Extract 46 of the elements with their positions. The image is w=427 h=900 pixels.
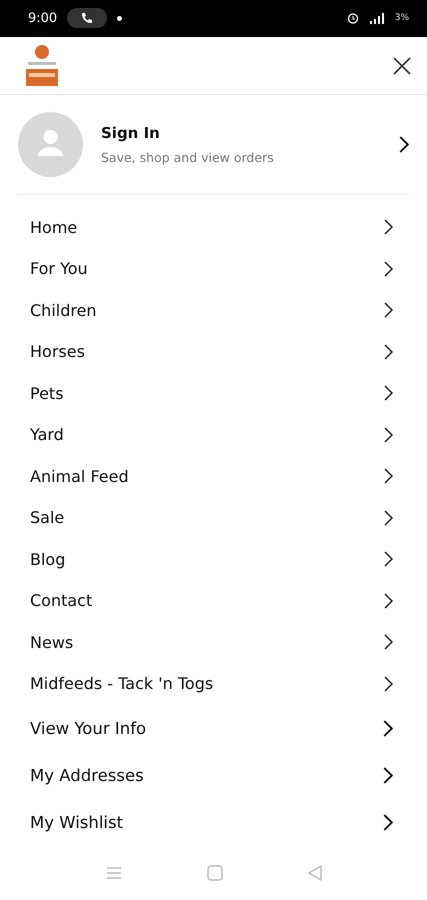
menu-item[interactable]: Midfeeds - Tack 'n Togs (0, 663, 427, 705)
notification-dot-icon (117, 16, 122, 21)
menu-item[interactable]: Blog (0, 538, 427, 580)
signal-icon (368, 12, 385, 24)
menu-item[interactable]: News (0, 622, 427, 664)
menu-item[interactable]: Horses (0, 331, 427, 373)
menu-item[interactable]: Pets (0, 372, 427, 414)
sign-in-link[interactable]: Sign In (101, 124, 381, 142)
chevron-right-icon (383, 766, 393, 784)
menu-item[interactable]: Sale (0, 497, 427, 539)
chevron-right-icon (384, 385, 393, 402)
chevron-right-icon (384, 468, 393, 484)
chevron-right-icon (383, 720, 393, 737)
chevron-right-icon (384, 219, 393, 236)
menu-item[interactable]: Animal Feed (0, 456, 427, 498)
chevron-right-icon (384, 260, 393, 277)
avatar-icon (18, 112, 83, 177)
chevron-right-icon (384, 344, 393, 360)
close-button[interactable] (393, 56, 411, 75)
alarm-icon (346, 12, 359, 24)
menu-item[interactable]: My Addresses (0, 752, 427, 799)
call-indicator (67, 8, 108, 28)
back-icon[interactable] (308, 864, 322, 881)
chevron-right-icon (383, 814, 393, 831)
chevron-right-icon (384, 592, 393, 609)
menu-icon[interactable] (106, 866, 122, 880)
menu-item[interactable]: Children (0, 290, 427, 332)
sign-in-subtitle: Save, shop and view orders (101, 150, 275, 165)
home-icon[interactable] (206, 864, 222, 881)
logo (24, 44, 60, 88)
chevron-right-icon (384, 676, 393, 692)
menu-item[interactable]: Contact (0, 580, 427, 622)
menu-item[interactable]: For You (0, 248, 427, 290)
battery-level: 3% (394, 13, 409, 24)
chevron-right-icon (384, 551, 393, 568)
chevron-right-icon (384, 302, 393, 318)
chevron-right-icon (384, 426, 393, 443)
menu-item[interactable]: Home (0, 206, 427, 248)
chevron-right-icon (399, 136, 409, 153)
menu-item[interactable]: Yard (0, 414, 427, 456)
menu-item[interactable]: My Wishlist (0, 798, 427, 846)
sign-in-arrow[interactable] (399, 136, 409, 153)
chevron-right-icon (384, 510, 393, 526)
clock-time: 9:00 (28, 10, 58, 26)
menu-item[interactable]: View Your Info (0, 704, 427, 752)
chevron-right-icon (384, 634, 393, 650)
